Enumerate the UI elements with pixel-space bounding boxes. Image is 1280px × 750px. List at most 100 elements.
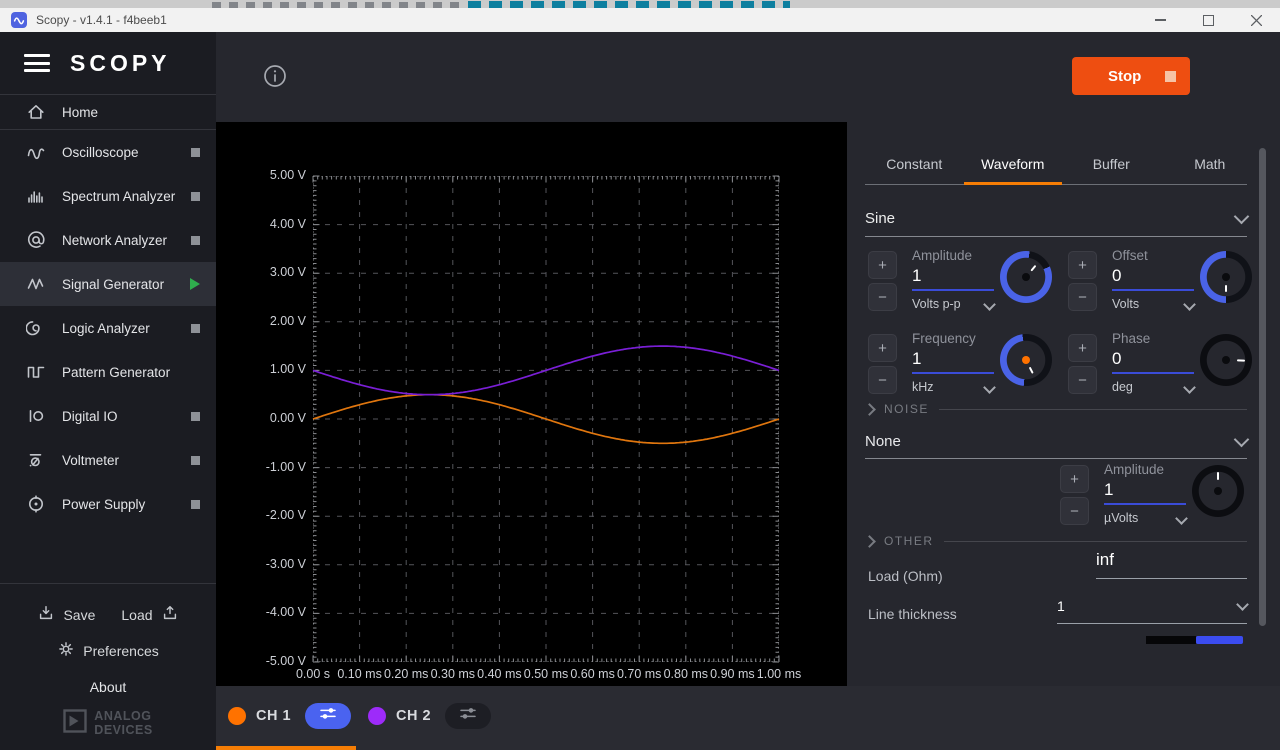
waveform-type-select[interactable]: Sine (865, 200, 1247, 237)
offset-value[interactable]: 0 (1112, 266, 1194, 291)
phase-value[interactable]: 0 (1112, 349, 1194, 374)
noise-amplitude-label: Amplitude (1104, 462, 1188, 477)
x-tick-label: 0.50 ms (524, 667, 568, 681)
chevron-down-icon (1183, 381, 1196, 394)
vertical-scrollbar[interactable] (1259, 96, 1266, 686)
channel-1: CH 1 (228, 686, 351, 746)
amplitude-unit-select[interactable]: Volts p-p (912, 297, 994, 311)
offset-knob[interactable] (1200, 251, 1252, 303)
sidebar-item-network-analyzer[interactable]: Network Analyzer (0, 218, 216, 262)
close-button[interactable] (1232, 8, 1280, 32)
offset-control: + − Offset 0 Volts (1068, 248, 1252, 322)
menu-toggle-icon[interactable] (24, 50, 50, 77)
minimize-button[interactable] (1136, 8, 1184, 32)
save-button[interactable]: Save (37, 604, 95, 625)
titlebar: Scopy - v1.4.1 - f4beeb1 (0, 8, 1280, 32)
sidebar-item-power-supply[interactable]: Power Supply (0, 482, 216, 526)
sidebar-item-digital-io[interactable]: Digital IO (0, 394, 216, 438)
stopped-indicator (191, 500, 200, 509)
ch2-settings-button[interactable] (445, 703, 491, 729)
frequency-value[interactable]: 1 (912, 349, 994, 374)
amplitude-knob[interactable] (1000, 251, 1052, 303)
amplitude-value[interactable]: 1 (912, 266, 994, 291)
noise-amplitude-increment-button[interactable]: + (1060, 465, 1089, 493)
load-label: Load (121, 607, 152, 623)
amplitude-increment-button[interactable]: + (868, 251, 897, 279)
power-icon (26, 494, 48, 514)
phase-increment-button[interactable]: + (1068, 334, 1097, 362)
tab-waveform[interactable]: Waveform (964, 145, 1063, 183)
stopped-indicator (191, 148, 200, 157)
ch1-label[interactable]: CH 1 (256, 708, 291, 724)
about-link[interactable]: About (90, 679, 127, 695)
offset-decrement-button[interactable]: − (1068, 283, 1097, 311)
frequency-control: + − Frequency 1 kHz (868, 331, 1052, 405)
sidebar-menu: HomeOscilloscopeSpectrum AnalyzerNetwork… (0, 94, 216, 526)
tab-constant[interactable]: Constant (865, 145, 964, 183)
stopped-indicator (191, 412, 200, 421)
noise-amplitude-unit-select[interactable]: µVolts (1104, 511, 1186, 525)
y-tick-label: -4.00 V (216, 605, 306, 619)
line-thickness-select[interactable]: 1 (1057, 598, 1247, 624)
offset-unit-select[interactable]: Volts (1112, 297, 1194, 311)
waveform-type-value: Sine (865, 210, 895, 227)
y-tick-label: -3.00 V (216, 557, 306, 571)
phase-decrement-button[interactable]: − (1068, 366, 1097, 394)
ch2-color-dot[interactable] (368, 707, 386, 725)
signal-settings-panel: Constant Waveform Buffer Math Sine + − (847, 96, 1280, 686)
sidebar-item-label: Power Supply (62, 497, 177, 512)
sidebar-item-home[interactable]: Home (0, 95, 216, 130)
scrollbar-thumb[interactable] (1196, 636, 1243, 644)
sidebar-item-oscilloscope[interactable]: Oscilloscope (0, 130, 216, 174)
minimize-icon (1155, 19, 1166, 20)
other-section-header[interactable]: OTHER (865, 534, 1247, 548)
frequency-label: Frequency (912, 331, 996, 346)
stopped-indicator (191, 192, 200, 201)
noise-type-select[interactable]: None (865, 424, 1247, 459)
phase-unit-select[interactable]: deg (1112, 380, 1194, 394)
noise-amplitude-value[interactable]: 1 (1104, 480, 1186, 505)
sliders-icon (317, 706, 339, 726)
plot-area[interactable] (313, 176, 779, 662)
load-button[interactable]: Load (121, 604, 178, 625)
frequency-unit-select[interactable]: kHz (912, 380, 994, 394)
sidebar-item-logic-analyzer[interactable]: Logic Analyzer (0, 306, 216, 350)
maximize-button[interactable] (1184, 8, 1232, 32)
offset-increment-button[interactable]: + (1068, 251, 1097, 279)
noise-amplitude-decrement-button[interactable]: − (1060, 497, 1089, 525)
sidebar-item-voltmeter[interactable]: Voltmeter (0, 438, 216, 482)
stop-button[interactable]: Stop (1072, 57, 1190, 95)
info-icon[interactable] (262, 63, 288, 89)
chevron-down-icon (983, 298, 996, 311)
ch2-label[interactable]: CH 2 (396, 708, 431, 724)
noise-amplitude-control: + − Amplitude 1 µVolts (1060, 462, 1244, 536)
noise-section-header[interactable]: NOISE (865, 402, 1247, 416)
sidebar-item-pattern-generator[interactable]: Pattern Generator (0, 350, 216, 394)
tab-buffer[interactable]: Buffer (1062, 145, 1161, 183)
window-title: Scopy - v1.4.1 - f4beeb1 (36, 13, 167, 27)
frequency-knob[interactable] (1000, 334, 1052, 386)
frequency-decrement-button[interactable]: − (868, 366, 897, 394)
preferences-button[interactable]: Preferences (57, 640, 158, 661)
network-icon (26, 230, 48, 250)
sidebar-item-spectrum-analyzer[interactable]: Spectrum Analyzer (0, 174, 216, 218)
horizontal-scrollbar[interactable] (1146, 636, 1243, 644)
sidebar-item-signal-generator[interactable]: Signal Generator (0, 262, 216, 306)
sidebar-item-label: Digital IO (62, 409, 177, 424)
amplitude-decrement-button[interactable]: − (868, 283, 897, 311)
channel-bar: CH 1 CH 2 (216, 686, 1280, 750)
tab-math[interactable]: Math (1161, 145, 1260, 183)
voltmeter-icon (26, 450, 48, 470)
load-ohm-input[interactable]: inf (1096, 550, 1247, 579)
ch1-color-dot[interactable] (228, 707, 246, 725)
phase-knob[interactable] (1200, 334, 1252, 386)
home-icon (26, 102, 48, 122)
sidebar-item-label: Logic Analyzer (62, 321, 177, 336)
vertical-scrollbar-thumb[interactable] (1259, 148, 1266, 626)
frequency-increment-button[interactable]: + (868, 334, 897, 362)
noise-amplitude-knob[interactable] (1192, 465, 1244, 517)
ch1-settings-button[interactable] (305, 703, 351, 729)
background-window-strip (0, 0, 1280, 8)
running-indicator (190, 278, 200, 290)
chevron-down-icon (983, 381, 996, 394)
